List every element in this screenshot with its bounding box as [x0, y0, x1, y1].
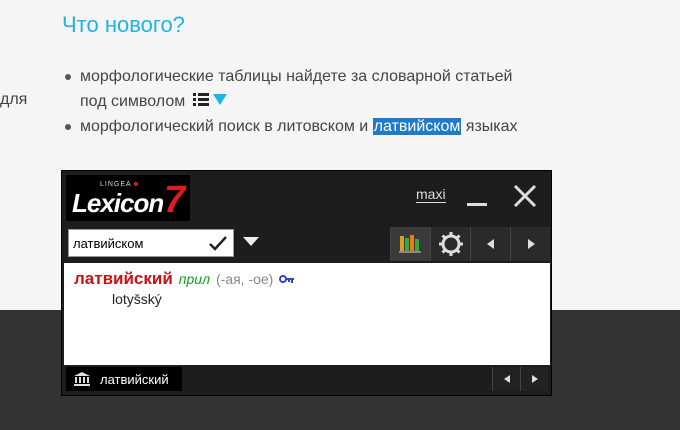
settings-button[interactable]	[430, 227, 470, 261]
history-word: латвийский	[100, 372, 169, 387]
lexicon-logo: LINGEA Lexicon 7	[66, 175, 190, 221]
next-button[interactable]	[510, 227, 550, 261]
chevron-right-icon	[528, 239, 535, 249]
list-arrow-icon	[193, 89, 229, 114]
cut-off-text: для	[0, 91, 28, 108]
logo-version: 7	[164, 179, 186, 221]
list-item-text: морфологический поиск в литовском и	[80, 118, 373, 136]
chevron-right-icon	[532, 375, 538, 383]
translation: lotyšský	[112, 291, 162, 307]
history-forward-button[interactable]	[520, 367, 548, 391]
books-icon	[399, 235, 421, 253]
page-heading: Что нового?	[62, 12, 185, 37]
list-item-text: языках	[461, 118, 518, 136]
part-of-speech: прил	[178, 271, 210, 287]
maxi-button[interactable]: maxi	[416, 186, 446, 203]
key-icon[interactable]	[279, 271, 295, 289]
chevron-left-icon	[487, 239, 494, 249]
headword: латвийский	[74, 269, 173, 288]
highlighted-word[interactable]: латвийском	[372, 118, 462, 136]
chevron-down-icon[interactable]	[243, 237, 259, 246]
check-icon[interactable]	[209, 235, 227, 256]
history-item[interactable]: латвийский	[66, 367, 182, 391]
logo-lingea: LINGEA	[100, 181, 138, 188]
history-back-button[interactable]	[492, 367, 520, 391]
search-input[interactable]	[73, 233, 203, 253]
logo-brand: Lexicon	[72, 188, 164, 218]
lexicon-popup: LINGEA Lexicon 7 maxi латвийском латвийс…	[61, 170, 552, 396]
dictionary-entry: латвийский прил (-ая, -ое)	[74, 269, 295, 289]
close-icon	[513, 184, 537, 208]
list-item: морфологический поиск в литовском и латв…	[62, 114, 522, 139]
dictionaries-button[interactable]	[390, 227, 430, 261]
minimize-button[interactable]	[467, 203, 487, 206]
gear-icon	[439, 232, 463, 256]
list-item: морфологические таблицы найдете за слова…	[62, 64, 522, 114]
chevron-left-icon	[504, 375, 510, 383]
previous-button[interactable]	[470, 227, 510, 261]
status-bar: латвийский	[64, 365, 550, 393]
whats-new-list: морфологические таблицы найдете за слова…	[62, 64, 522, 139]
list-item-text: морфологические таблицы найдете за слова…	[80, 68, 513, 110]
search-box	[68, 229, 234, 257]
result-pane: латвийский прил (-ая, -ое) lotyšský	[64, 263, 550, 365]
museum-icon	[74, 372, 90, 391]
close-button[interactable]	[512, 183, 538, 209]
word-forms: (-ая, -ое)	[215, 271, 274, 287]
